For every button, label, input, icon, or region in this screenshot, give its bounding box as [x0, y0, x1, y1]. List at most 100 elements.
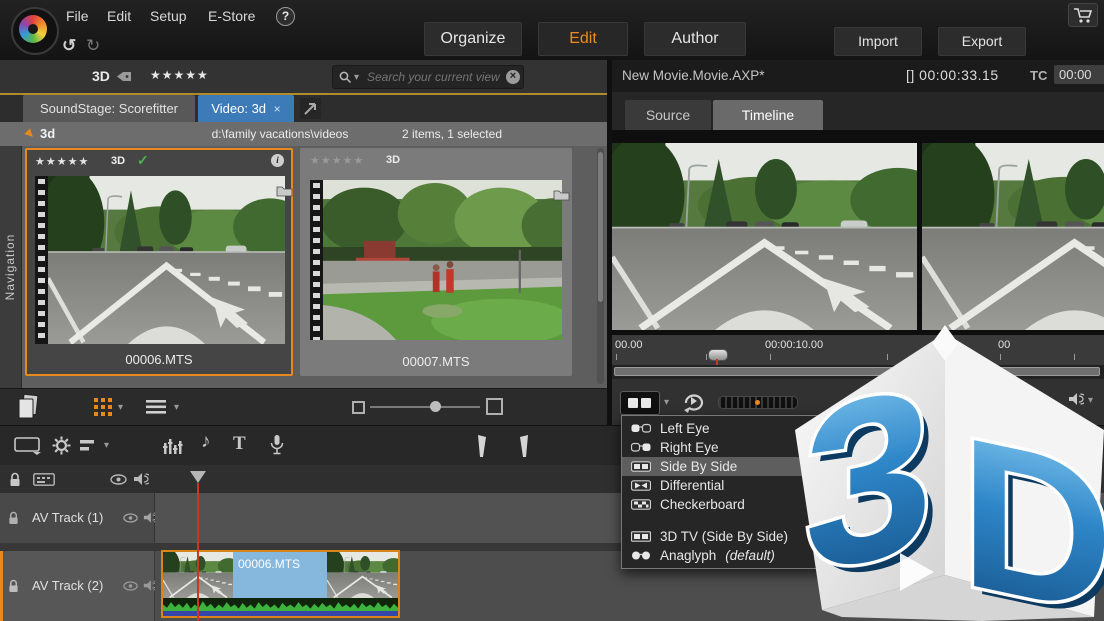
track-eye-icon[interactable]	[123, 513, 138, 523]
browser-scrollbar[interactable]	[597, 148, 604, 384]
monitor-speaker-icon[interactable]	[133, 472, 149, 486]
track-manager-icon[interactable]	[33, 473, 55, 486]
track-lock-icon[interactable]	[8, 511, 19, 525]
cart-icon[interactable]	[1068, 3, 1098, 27]
tc-field[interactable]: 00:00	[1054, 65, 1104, 84]
grid-view-icon[interactable]	[94, 398, 112, 416]
timeline-playhead-line[interactable]	[197, 483, 199, 621]
navigation-collapsed-tab[interactable]: Navigation	[0, 146, 22, 388]
track-eye-icon[interactable]	[123, 581, 138, 591]
tab-source[interactable]: Source	[625, 100, 711, 130]
stereo-mode-caret-icon[interactable]: ▾	[664, 398, 669, 408]
track-lock-icon[interactable]	[8, 579, 19, 593]
stereo-mode-button[interactable]	[620, 391, 660, 415]
asset-stars[interactable]: ★★★★★	[310, 154, 364, 167]
folder-bar[interactable]: 3d d:\family vacations\videos 2 items, 1…	[0, 122, 607, 146]
list-view-caret-icon[interactable]: ▾	[174, 403, 179, 413]
scorefitter-note-icon[interactable]: ♪	[201, 431, 211, 453]
menu-estore[interactable]: E-Store	[208, 8, 255, 24]
tab-edit[interactable]: Edit	[538, 22, 628, 56]
scenes-stack-icon[interactable]	[16, 393, 40, 421]
search-clear-icon[interactable]: ×	[506, 70, 520, 84]
rating-filter-stars[interactable]: ★★★★★	[150, 68, 209, 82]
search-box: ▾ ×	[332, 65, 524, 89]
track-row-1: AV Track (1)	[0, 493, 1104, 543]
search-icon[interactable]	[338, 70, 352, 84]
thumb-zoom-large-icon[interactable]	[486, 398, 503, 415]
player-tabrow: Source Timeline	[612, 92, 1104, 130]
volume-caret-icon[interactable]: ▾	[1088, 396, 1093, 406]
volume-icon[interactable]	[1068, 392, 1084, 406]
ruler-label-1: 00:00:10.00	[765, 339, 823, 351]
thumb-zoom-small-icon[interactable]	[352, 401, 365, 414]
track-header[interactable]: AV Track (2)	[3, 551, 155, 621]
audio-mixer-icon[interactable]	[163, 437, 183, 454]
search-scope-caret-icon[interactable]: ▾	[354, 73, 359, 83]
settings-gear-icon[interactable]	[52, 436, 71, 455]
asset-thumbnail[interactable]	[310, 180, 562, 340]
asset-3d-badge: 3D	[386, 154, 400, 166]
menu-item-side-by-side[interactable]: Side By Side	[622, 457, 884, 476]
menu-edit[interactable]: Edit	[107, 8, 131, 24]
menu-item-left-eye[interactable]: Left Eye	[622, 419, 884, 438]
menu-item-suffix: (default)	[725, 546, 775, 565]
tab-video-3d[interactable]: Video: 3d ×	[198, 95, 294, 122]
timeline-playhead-handle[interactable]	[190, 471, 206, 483]
asset-stars[interactable]: ★★★★★	[35, 155, 89, 168]
asset-filename: 00007.MTS	[300, 354, 572, 369]
thumb-zoom-handle[interactable]	[430, 401, 441, 412]
menu-item-differential[interactable]: Differential	[622, 476, 884, 495]
help-icon[interactable]: ?	[276, 7, 295, 26]
track-display-icon[interactable]	[14, 437, 42, 455]
import-button[interactable]: Import	[834, 27, 922, 56]
tab-close-icon[interactable]: ×	[274, 102, 281, 116]
magnet-level-caret-icon[interactable]: ▾	[104, 441, 109, 451]
folder-name: 3d	[40, 126, 55, 141]
tab-timeline[interactable]: Timeline	[713, 100, 823, 130]
asset-card-00007[interactable]: ★★★★★ 3D 00007.MTS	[300, 148, 572, 376]
grid-view-caret-icon[interactable]: ▾	[118, 403, 123, 413]
mark-in-icon[interactable]	[477, 435, 487, 457]
tab-organize[interactable]: Organize	[424, 22, 522, 56]
park-scene-thumb	[323, 180, 562, 340]
send-to-timeline-icon[interactable]	[300, 98, 321, 119]
info-icon[interactable]: i	[271, 154, 284, 167]
list-view-icon[interactable]	[146, 400, 166, 414]
thumb-zoom-track[interactable]	[370, 406, 480, 408]
preview-playhead-handle[interactable]	[708, 349, 728, 361]
asset-thumbnail[interactable]	[35, 176, 285, 344]
menu-item-anaglyph[interactable]: Anaglyph (default)	[622, 546, 884, 565]
redo-icon[interactable]: ↻	[86, 36, 100, 56]
tab-author[interactable]: Author	[644, 22, 746, 56]
mark-out-icon[interactable]	[519, 435, 529, 457]
preview-scrollbar[interactable]	[612, 365, 1104, 379]
folder-expand-icon[interactable]	[24, 128, 35, 139]
tc-label: TC	[1030, 68, 1047, 83]
menu-item-checkerboard[interactable]: Checkerboard	[622, 495, 884, 514]
magnet-level-icon[interactable]	[80, 439, 100, 452]
menu-item-3d-tv[interactable]: 3D TV (Side By Side)	[622, 527, 884, 546]
road-scene-thumb	[48, 176, 285, 344]
preview-ruler[interactable]: 00.00 00:00:10.00 00	[612, 335, 1104, 365]
menu-file[interactable]: File	[66, 8, 89, 24]
library-tabrow: SoundStage: Scorefitter Video: 3d ×	[0, 95, 607, 122]
asset-card-00006[interactable]: ★★★★★ 3D ✓ i 00006.MTS	[25, 148, 293, 376]
duration-readout: [] 00:00:33.15	[906, 67, 999, 83]
tag-icon[interactable]	[116, 70, 132, 83]
lock-all-icon[interactable]	[9, 472, 21, 487]
export-button[interactable]: Export	[938, 27, 1026, 56]
asset-3d-badge: 3D	[111, 155, 125, 167]
menu-item-right-eye[interactable]: Right Eye	[622, 438, 884, 457]
menu-setup[interactable]: Setup	[150, 8, 187, 24]
search-input[interactable]	[365, 67, 503, 87]
monitor-eye-icon[interactable]	[110, 474, 127, 485]
voiceover-mic-icon[interactable]	[270, 434, 284, 455]
title-editor-icon[interactable]: T	[233, 433, 246, 455]
track-name: AV Track (2)	[32, 578, 103, 593]
loop-playback-icon[interactable]	[680, 389, 706, 413]
shuttle-slider[interactable]	[718, 396, 798, 409]
track-header[interactable]: AV Track (1)	[0, 493, 155, 543]
tab-soundstage[interactable]: SoundStage: Scorefitter	[23, 95, 195, 122]
undo-icon[interactable]: ↺	[62, 36, 76, 56]
tab-video-3d-label: Video: 3d	[211, 101, 266, 116]
